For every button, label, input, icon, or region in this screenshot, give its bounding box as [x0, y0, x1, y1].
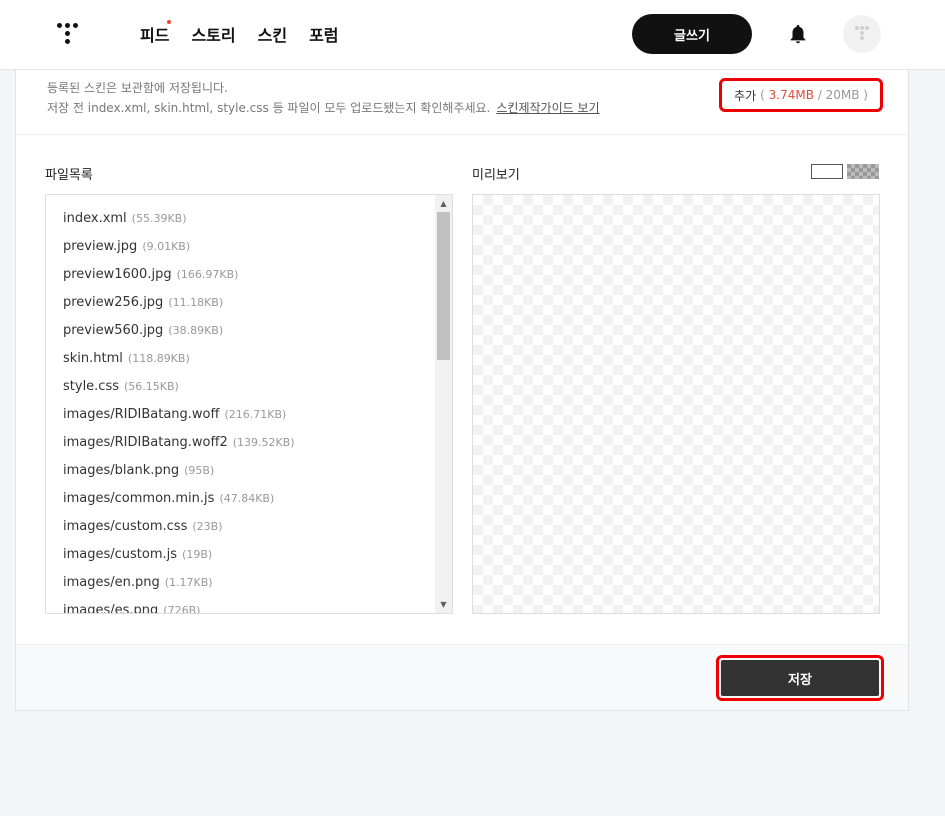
profile-avatar[interactable]: [843, 15, 881, 53]
file-size: (726B): [163, 604, 201, 614]
file-list-item[interactable]: images/common.min.js (47.84KB): [63, 485, 452, 513]
upload-info: 등록된 스킨은 보관함에 저장됩니다. 저장 전 index.xml, skin…: [47, 78, 600, 118]
file-name: images/common.min.js: [63, 491, 215, 506]
file-list-item[interactable]: images/custom.js (19B): [63, 541, 452, 569]
save-button[interactable]: 저장: [721, 660, 879, 696]
file-size: (95B): [184, 464, 215, 477]
file-size: (11.18KB): [168, 296, 224, 309]
file-list-item[interactable]: preview1600.jpg (166.97KB): [63, 261, 452, 289]
file-name: preview.jpg: [63, 239, 138, 254]
file-size: (38.89KB): [168, 324, 224, 337]
nav-feed[interactable]: 피드: [140, 22, 169, 46]
nav-forum[interactable]: 포럼: [309, 22, 338, 46]
file-size: (23B): [192, 520, 223, 533]
info-line-1: 등록된 스킨은 보관함에 저장됩니다.: [47, 81, 228, 95]
file-list-scrollbar[interactable]: ▲ ▼: [435, 195, 452, 613]
file-name: index.xml: [63, 211, 127, 226]
file-list-item[interactable]: images/RIDIBatang.woff (216.71KB): [63, 401, 452, 429]
file-name: images/RIDIBatang.woff2: [63, 435, 228, 450]
file-size: (47.84KB): [219, 492, 275, 505]
file-size: (56.15KB): [124, 380, 179, 393]
write-button[interactable]: 글쓰기: [632, 14, 752, 54]
file-list-item[interactable]: images/en.png (1.17KB): [63, 569, 452, 597]
top-header: 피드 스토리 스킨 포럼 글쓰기: [0, 0, 945, 70]
file-size: (139.52KB): [232, 436, 295, 449]
storage-total: 20MB: [825, 88, 860, 102]
file-size: (118.89KB): [127, 352, 190, 365]
skin-upload-panel: 등록된 스킨은 보관함에 저장됩니다. 저장 전 index.xml, skin…: [15, 70, 909, 711]
file-size: (1.17KB): [164, 576, 213, 589]
new-indicator-dot: [167, 20, 171, 24]
file-list-item[interactable]: images/RIDIBatang.woff2 (139.52KB): [63, 429, 452, 457]
file-name: images/en.png: [63, 575, 160, 590]
file-name: skin.html: [63, 351, 123, 366]
file-list-item[interactable]: index.xml (55.39KB): [63, 205, 452, 233]
file-list-item[interactable]: skin.html (118.89KB): [63, 345, 452, 373]
preview-bg-checker-toggle[interactable]: [847, 164, 879, 179]
file-name: images/custom.css: [63, 519, 188, 534]
file-name: images/RIDIBatang.woff: [63, 407, 220, 422]
preview-bg-light-toggle[interactable]: [811, 164, 843, 179]
file-name: preview560.jpg: [63, 323, 164, 338]
info-line-2: 저장 전 index.xml, skin.html, style.css 등 파…: [47, 98, 600, 118]
save-button-frame: 저장: [716, 655, 884, 701]
file-list-item[interactable]: preview560.jpg (38.89KB): [63, 317, 452, 345]
file-name: images/custom.js: [63, 547, 178, 562]
file-list-item[interactable]: images/es.png (726B): [63, 597, 452, 614]
file-list-item[interactable]: preview.jpg (9.01KB): [63, 233, 452, 261]
file-list-item[interactable]: images/custom.css (23B): [63, 513, 452, 541]
file-size: (19B): [182, 548, 213, 561]
scroll-down-arrow-icon[interactable]: ▼: [435, 596, 452, 613]
file-list-item[interactable]: preview256.jpg (11.18KB): [63, 289, 452, 317]
file-size: (166.97KB): [176, 268, 239, 281]
file-size: (9.01KB): [142, 240, 191, 253]
file-list: index.xml (55.39KB) preview.jpg (9.01KB) pre…: [45, 194, 453, 614]
scroll-up-arrow-icon[interactable]: ▲: [435, 195, 452, 212]
file-size: (55.39KB): [131, 212, 187, 225]
file-list-item[interactable]: style.css (56.15KB): [63, 373, 452, 401]
divider: [16, 134, 908, 135]
file-name: style.css: [63, 379, 119, 394]
storage-used: 3.74MB: [768, 88, 814, 102]
file-name: images/es.png: [63, 603, 159, 614]
add-file-button[interactable]: 추가 ( 3.74MB / 20MB ): [719, 78, 883, 112]
file-name: preview256.jpg: [63, 295, 164, 310]
scrollbar-thumb[interactable]: [437, 212, 450, 360]
file-list-title: 파일목록: [45, 168, 93, 183]
file-name: preview1600.jpg: [63, 267, 172, 282]
add-label: 추가: [734, 88, 757, 103]
skin-preview-area: [472, 194, 880, 614]
file-list-item[interactable]: images/blank.png (95B): [63, 457, 452, 485]
panel-footer: 저장: [16, 644, 908, 710]
file-list-items: index.xml (55.39KB) preview.jpg (9.01KB) pre…: [46, 195, 452, 614]
file-size: (216.71KB): [224, 408, 287, 421]
bell-icon[interactable]: [787, 23, 809, 45]
tistory-logo[interactable]: [54, 20, 82, 48]
preview-title: 미리보기: [472, 168, 520, 183]
nav-skin[interactable]: 스킨: [258, 22, 287, 46]
nav-story[interactable]: 스토리: [191, 22, 235, 46]
info-line-2-text: 저장 전 index.xml, skin.html, style.css 등 파…: [47, 101, 491, 115]
file-name: images/blank.png: [63, 463, 180, 478]
main-nav: 피드 스토리 스킨 포럼: [140, 20, 339, 46]
skin-guide-link[interactable]: 스킨제작가이드 보기: [496, 101, 599, 115]
